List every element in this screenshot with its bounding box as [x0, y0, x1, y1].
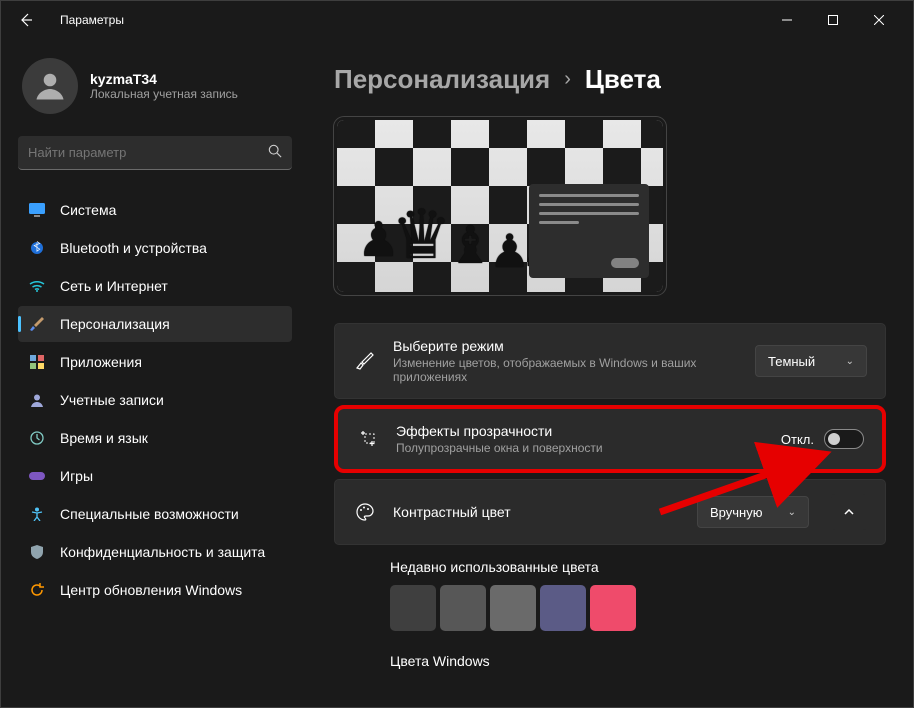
color-swatch[interactable] [440, 585, 486, 631]
section-title: Недавно использованные цвета [390, 559, 868, 575]
theme-preview: ♟ ♛ ♝ ♟ ♟ [334, 117, 666, 295]
privacy-icon [28, 543, 46, 561]
apps-icon [28, 353, 46, 371]
update-icon [28, 581, 46, 599]
chevron-right-icon: › [564, 68, 571, 91]
brush-icon [28, 315, 46, 333]
transparency-toggle[interactable] [824, 429, 864, 449]
setting-mode[interactable]: Выберите режим Изменение цветов, отображ… [334, 323, 886, 399]
nav-personalization[interactable]: Персонализация [18, 306, 292, 342]
games-icon [28, 467, 46, 485]
accounts-icon [28, 391, 46, 409]
nav-update[interactable]: Центр обновления Windows [18, 572, 292, 608]
setting-accent[interactable]: Контрастный цвет Вручную ⌄ [334, 479, 886, 545]
nav-label: Персонализация [60, 316, 170, 332]
setting-title: Контрастный цвет [393, 504, 681, 520]
palette-icon [353, 502, 377, 522]
mode-dropdown[interactable]: Темный ⌄ [755, 345, 867, 377]
system-icon [28, 201, 46, 219]
nav-system[interactable]: Система [18, 192, 292, 228]
search-icon [268, 144, 282, 161]
brush-icon [353, 351, 377, 371]
nav-label: Время и язык [60, 430, 148, 446]
accessibility-icon [28, 505, 46, 523]
breadcrumb: Персонализация › Цвета [334, 64, 886, 95]
maximize-button[interactable] [810, 5, 856, 35]
nav-label: Конфиденциальность и защита [60, 544, 265, 560]
dropdown-value: Темный [768, 354, 815, 369]
color-swatch[interactable] [390, 585, 436, 631]
chevron-down-icon: ⌄ [846, 356, 854, 367]
person-icon [32, 68, 68, 104]
setting-subtitle: Изменение цветов, отображаемых в Windows… [393, 356, 739, 384]
search-input[interactable] [28, 145, 268, 160]
nav-time[interactable]: Время и язык [18, 420, 292, 456]
user-block[interactable]: kyzmaT34 Локальная учетная запись [18, 58, 292, 114]
nav-network[interactable]: Сеть и Интернет [18, 268, 292, 304]
color-swatch[interactable] [590, 585, 636, 631]
recent-colors-section: Недавно использованные цвета [334, 559, 886, 631]
bluetooth-icon [28, 239, 46, 257]
chevron-up-icon [843, 506, 855, 518]
setting-title: Эффекты прозрачности [396, 423, 765, 439]
time-icon [28, 429, 46, 447]
nav-accounts[interactable]: Учетные записи [18, 382, 292, 418]
user-name: kyzmaT34 [90, 71, 238, 87]
toggle-state-label: Откл. [781, 432, 814, 447]
sidebar: kyzmaT34 Локальная учетная запись Систем… [0, 40, 300, 708]
sparkle-icon [356, 429, 380, 449]
color-swatch[interactable] [490, 585, 536, 631]
expand-button[interactable] [831, 494, 867, 530]
breadcrumb-parent[interactable]: Персонализация [334, 64, 550, 95]
nav-games[interactable]: Игры [18, 458, 292, 494]
user-subtitle: Локальная учетная запись [90, 87, 238, 101]
section-title: Цвета Windows [390, 653, 868, 669]
search-box[interactable] [18, 136, 292, 170]
accent-dropdown[interactable]: Вручную ⌄ [697, 496, 809, 528]
nav-privacy[interactable]: Конфиденциальность и защита [18, 534, 292, 570]
windows-colors-section: Цвета Windows [334, 653, 886, 669]
nav-label: Система [60, 202, 116, 218]
back-button[interactable] [12, 6, 40, 34]
breadcrumb-current: Цвета [585, 64, 661, 95]
nav-label: Специальные возможности [60, 506, 239, 522]
nav-label: Игры [60, 468, 93, 484]
titlebar: Параметры [0, 0, 914, 40]
chevron-down-icon: ⌄ [788, 507, 796, 518]
avatar [22, 58, 78, 114]
nav-bluetooth[interactable]: Bluetooth и устройства [18, 230, 292, 266]
wifi-icon [28, 277, 46, 295]
nav-accessibility[interactable]: Специальные возможности [18, 496, 292, 532]
minimize-button[interactable] [764, 5, 810, 35]
window-title: Параметры [60, 13, 124, 27]
arrow-left-icon [18, 12, 34, 28]
nav-apps[interactable]: Приложения [18, 344, 292, 380]
nav-label: Центр обновления Windows [60, 582, 242, 598]
setting-title: Выберите режим [393, 338, 739, 354]
close-button[interactable] [856, 5, 902, 35]
nav-label: Сеть и Интернет [60, 278, 168, 294]
color-swatch[interactable] [540, 585, 586, 631]
nav-label: Приложения [60, 354, 142, 370]
main-panel: Персонализация › Цвета ♟ ♛ ♝ ♟ ♟ [300, 40, 914, 708]
dropdown-value: Вручную [710, 505, 762, 520]
nav: Система Bluetooth и устройства Сеть и Ин… [18, 192, 292, 608]
nav-label: Учетные записи [60, 392, 164, 408]
setting-subtitle: Полупрозрачные окна и поверхности [396, 441, 765, 455]
nav-label: Bluetooth и устройства [60, 240, 207, 256]
setting-transparency[interactable]: Эффекты прозрачности Полупрозрачные окна… [334, 405, 886, 473]
